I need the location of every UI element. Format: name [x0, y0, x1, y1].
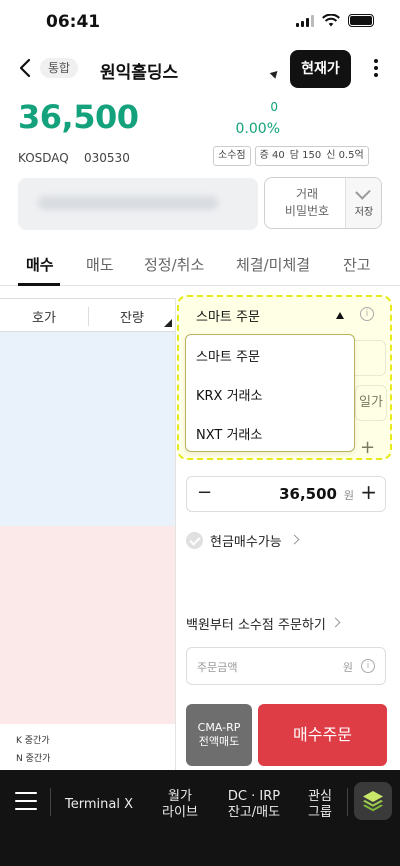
account-number-blurred: [38, 196, 218, 210]
clock: 06:41: [46, 12, 101, 32]
k-midprice-label: K 중간가: [16, 736, 50, 746]
buy-order-button[interactable]: 매수주문: [258, 704, 387, 766]
tab-balance[interactable]: 잔고: [343, 254, 371, 275]
nav-dc-line2: 잔고/매도: [227, 805, 281, 820]
nav-monthly-live[interactable]: 월가 라이브: [150, 789, 210, 821]
cma-sell-all-button[interactable]: CMA-RP 전액매도: [186, 704, 252, 766]
nav-group-line1: 관심: [308, 789, 332, 804]
orderbook-ask-area[interactable]: [0, 332, 175, 526]
order-amount-input[interactable]: 주문금액 원 i: [186, 647, 386, 685]
signal-icon: [296, 14, 314, 27]
order-amount-unit: 원: [342, 661, 353, 674]
order-amount-placeholder: 주문금액: [197, 661, 238, 674]
orderbook-col-volume[interactable]: 잔량: [88, 307, 175, 326]
nav-group-line2: 그룹: [308, 805, 332, 820]
nav-separator: [50, 788, 51, 816]
battery-icon: [348, 14, 374, 27]
market-code: KOSDAQ 030530: [18, 151, 130, 165]
info-icon[interactable]: i: [360, 307, 374, 321]
panel-divider: [175, 298, 176, 770]
info-icon[interactable]: i: [361, 659, 375, 673]
n-midprice-label: N 중간가: [16, 754, 51, 764]
route-option-nxt[interactable]: NXT 거래소: [196, 424, 262, 443]
tab-executions[interactable]: 체결/미체결: [236, 254, 310, 275]
stock-dropdown-icon[interactable]: [269, 68, 281, 79]
check-circle-icon[interactable]: [186, 532, 203, 549]
chevron-right-icon: [289, 534, 300, 545]
trade-password-line1: 거래: [295, 187, 319, 201]
status-bar: 06:41: [0, 0, 400, 46]
stock-code: 030530: [84, 151, 130, 165]
route-option-smart[interactable]: 스마트 주문: [196, 346, 260, 365]
tab-modify-cancel[interactable]: 정정/취소: [144, 254, 204, 275]
margin-chip-2: 담 150: [289, 150, 322, 161]
account-selector[interactable]: [18, 178, 258, 230]
market-tag[interactable]: 통합: [40, 58, 79, 78]
chevron-right-icon: [330, 617, 341, 628]
price-plus-button[interactable]: +: [360, 480, 377, 504]
nav-dc-line1: DC · IRP: [227, 789, 281, 804]
layers-icon: [363, 791, 383, 812]
route-selected-label: 스마트 주문: [196, 310, 260, 325]
orderbook-header: 호가 잔량: [0, 298, 175, 332]
nav-monthly-line2: 라이브: [162, 805, 198, 820]
margin-chip[interactable]: 증 40 담 150 신 0.5억: [254, 146, 369, 166]
current-price-button[interactable]: 현재가: [290, 50, 351, 88]
current-price: 36,500: [18, 98, 139, 136]
market-label: KOSDAQ: [18, 151, 69, 165]
nav-watch-group[interactable]: 관심 그룹: [298, 789, 342, 821]
stock-header: 통합 원익홀딩스 현재가: [0, 48, 400, 92]
fractional-order-label: 백원부터 소수점 주문하기: [186, 618, 326, 633]
orderbook-bid-area[interactable]: [0, 526, 175, 724]
check-icon: [355, 184, 371, 200]
corner-toggle-icon[interactable]: [164, 319, 172, 327]
price-value[interactable]: 36,500: [279, 485, 337, 503]
cma-label-line1: CMA-RP: [197, 721, 241, 734]
back-arrow-icon[interactable]: [14, 56, 38, 80]
price-change: 0: [270, 100, 278, 114]
menu-icon[interactable]: [15, 792, 37, 810]
decimal-chip[interactable]: 소수점: [213, 146, 251, 166]
trade-password-line2: 비밀번호: [284, 204, 330, 218]
nav-dc-irp[interactable]: DC · IRP 잔고/매도: [218, 789, 290, 821]
route-selector[interactable]: 스마트 주문 i: [186, 302, 376, 330]
bottom-nav: Terminal X 월가 라이브 DC · IRP 잔고/매도 관심 그룹: [0, 770, 400, 866]
nav-monthly-line1: 월가: [168, 789, 192, 804]
route-caret-up-icon: [336, 312, 344, 319]
status-icons: [296, 14, 374, 27]
order-tabs: 매수 매도 정정/취소 체결/미체결 잔고: [0, 244, 400, 286]
trade-password-field[interactable]: 거래 비밀번호 저장: [264, 177, 382, 229]
price-minus-button[interactable]: −: [197, 482, 212, 503]
more-menu-icon[interactable]: [368, 56, 384, 80]
route-dropdown-menu: 스마트 주문 KRX 거래소 NXT 거래소: [185, 334, 355, 452]
margin-chip-3: 신 0.5억: [326, 150, 364, 161]
price-stepper[interactable]: − 36,500 원 +: [186, 476, 386, 512]
orderbook-footer: K 중간가 N 중간가: [0, 724, 175, 770]
route-option-krx[interactable]: KRX 거래소: [196, 385, 262, 404]
active-tab-indicator: [18, 283, 60, 286]
trade-password-label: 거래 비밀번호: [273, 186, 341, 220]
tab-sell[interactable]: 매도: [86, 254, 114, 275]
cma-label-line2: 전액매도: [198, 735, 240, 748]
save-label: 저장: [354, 207, 374, 218]
nav-separator: [347, 788, 348, 816]
wifi-icon: [322, 14, 340, 27]
layers-button[interactable]: [354, 782, 392, 820]
stock-name[interactable]: 원익홀딩스: [100, 58, 178, 83]
price-unit: 원: [343, 489, 354, 502]
price-change-pct: 0.00%: [235, 121, 280, 137]
stock-chips: 소수점 증 40 담 150 신 0.5억: [213, 146, 369, 166]
save-password-toggle[interactable]: 저장: [345, 178, 381, 228]
orderbook-col-price: 호가: [32, 311, 56, 326]
cash-buy-label: 현금매수가능: [210, 535, 282, 550]
nav-terminal-x[interactable]: Terminal X: [62, 797, 136, 813]
tab-buy[interactable]: 매수: [26, 254, 54, 275]
margin-chip-1: 증 40: [259, 150, 285, 161]
orderbook: 호가 잔량 K 중간가 N 중간가: [0, 298, 175, 770]
